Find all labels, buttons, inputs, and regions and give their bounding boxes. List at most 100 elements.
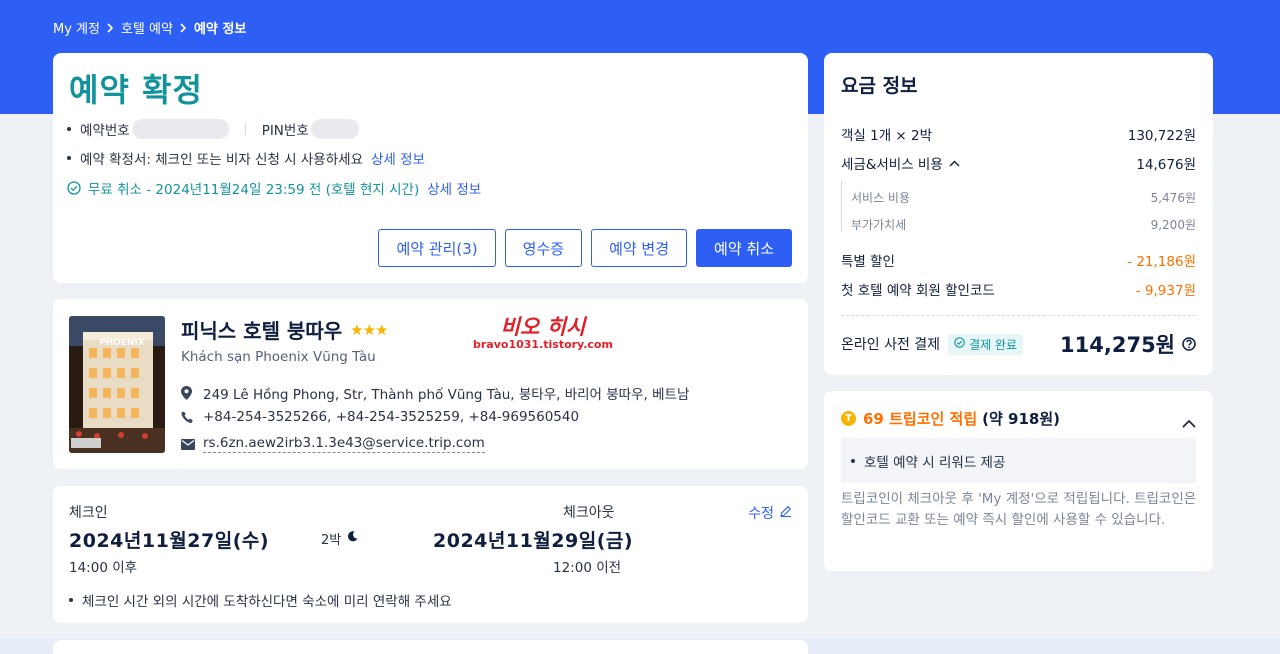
email-row: rs.6zn.aew2irb3.1.3e43@service.trip.com xyxy=(181,435,485,453)
service-fee-label: 서비스 비용 xyxy=(851,191,911,205)
checkout-time: 12:00 이전 xyxy=(553,560,622,576)
chevron-up-icon[interactable] xyxy=(1182,413,1196,432)
price-title: 요금 정보 xyxy=(841,75,918,97)
bullet xyxy=(851,458,855,463)
location-pin-icon xyxy=(181,386,203,400)
booking-status-card: 예약 확정 예약번호 PIN번호 예약 확정서: 체크인 또는 비자 신청 시 … xyxy=(53,53,808,283)
special-discount-value: - 21,186원 xyxy=(1127,254,1196,270)
hotel-card: PHOENIX 피닉스 호텔 붕따우 ★★★ Khách sạn Phoenix… xyxy=(53,299,808,469)
hotel-email[interactable]: rs.6zn.aew2irb3.1.3e43@service.trip.com xyxy=(203,435,485,453)
checkin-time: 14:00 이후 xyxy=(69,560,138,576)
booking-number-label: 예약번호 xyxy=(80,123,130,139)
watermark-title: 비오 히시 xyxy=(500,315,586,339)
coin-won-value: (약 918원) xyxy=(982,410,1060,428)
service-fee-value: 5,476원 xyxy=(1150,191,1196,205)
free-cancel-line: 무료 취소 - 2024년11월24일 23:59 전 (호텔 현지 시간) 상… xyxy=(67,178,481,198)
chevron-up-icon[interactable] xyxy=(949,155,960,171)
breadcrumb-my-account[interactable]: My 계정 xyxy=(53,18,100,37)
bullet xyxy=(67,127,71,131)
tax-row[interactable]: 세금&서비스 비용 14,676원 xyxy=(841,153,1196,173)
total-row: 온라인 사전 결제 결제 완료 114,275원 xyxy=(841,329,1196,359)
pin-redacted xyxy=(310,119,359,139)
vat-label: 부가가치세 xyxy=(851,218,907,232)
action-buttons: 예약 관리(3) 영수증 예약 변경 예약 취소 xyxy=(378,229,792,267)
paid-badge-text: 결제 완료 xyxy=(969,337,1018,352)
hotel-photo-sign: PHOENIX xyxy=(99,338,145,348)
hotel-phone: +84-254-3525266, +84-254-3525259, +84-96… xyxy=(203,409,580,425)
trip-coins-card: T 69 트립코인 적립 (약 918원) 호텔 예약 시 리워드 제공 트립코… xyxy=(824,391,1213,571)
price-info-card: 요금 정보 객실 1개 × 2박 130,722원 세금&서비스 비용 14,6… xyxy=(824,53,1213,375)
phone-icon xyxy=(181,411,203,424)
manage-booking-button[interactable]: 예약 관리(3) xyxy=(378,229,496,267)
nights-label: 2박 xyxy=(321,533,342,548)
hotel-name-row: 피닉스 호텔 붕따우 ★★★ xyxy=(181,315,388,344)
breadcrumb: My 계정 호텔 예약 예약 정보 xyxy=(53,18,246,37)
confirmation-details-link[interactable]: 상세 정보 xyxy=(371,148,425,168)
page-title: 예약 확정 xyxy=(69,71,203,109)
first-booking-discount-row: 첫 호텔 예약 회원 할인코드 - 9,937원 xyxy=(841,279,1196,299)
edit-label: 수정 xyxy=(748,506,774,522)
receipt-button[interactable]: 영수증 xyxy=(504,229,583,267)
edit-dates-link[interactable]: 수정 xyxy=(748,503,792,523)
confirmation-text: 예약 확정서: 체크인 또는 비자 신청 시 사용하세요 xyxy=(80,152,363,168)
coin-reward-text: 호텔 예약 시 리워드 제공 xyxy=(864,454,1006,471)
vat-value: 9,200원 xyxy=(1150,218,1196,232)
divider xyxy=(244,123,246,135)
total-label: 온라인 사전 결제 xyxy=(841,337,941,353)
modify-booking-button[interactable]: 예약 변경 xyxy=(591,229,688,267)
first-booking-discount-value: - 9,937원 xyxy=(1135,283,1196,299)
tax-breakdown: 서비스 비용 5,476원 부가가치세 9,200원 xyxy=(841,181,1196,233)
coin-header: T 69 트립코인 적립 (약 918원) xyxy=(841,408,1060,429)
hotel-name[interactable]: 피닉스 호텔 붕따우 xyxy=(181,315,342,344)
moon-icon xyxy=(347,531,358,546)
coin-amount: 69 트립코인 적립 xyxy=(863,410,978,428)
bullet xyxy=(69,598,73,602)
nights-count: 2박 xyxy=(321,529,358,548)
phone-row: +84-254-3525266, +84-254-3525259, +84-96… xyxy=(181,409,579,425)
blog-watermark: 비오 히시 bravo1031.tistory.com xyxy=(473,315,613,352)
service-fee-row: 서비스 비용 5,476원 xyxy=(851,189,1196,206)
first-booking-discount-label: 첫 호텔 예약 회원 할인코드 xyxy=(841,283,995,299)
free-cancel-details-link[interactable]: 상세 정보 xyxy=(427,178,481,198)
tax-label: 세금&서비스 비용 xyxy=(841,157,943,173)
star-rating: ★★★ xyxy=(350,320,388,339)
bullet xyxy=(67,156,71,160)
help-icon[interactable] xyxy=(1182,332,1196,356)
checkin-note: 체크인 시간 외의 시간에 도착하신다면 숙소에 미리 연락해 주세요 xyxy=(69,590,452,610)
checkin-label: 체크인 xyxy=(69,505,108,521)
room-price-value: 130,722원 xyxy=(1127,128,1196,144)
divider xyxy=(841,315,1196,316)
breadcrumb-hotel-booking[interactable]: 호텔 예약 xyxy=(121,18,173,37)
pencil-icon xyxy=(780,505,792,521)
confirmation-line: 예약 확정서: 체크인 또는 비자 신청 시 사용하세요 상세 정보 xyxy=(67,148,425,168)
watermark-url: bravo1031.tistory.com xyxy=(473,338,613,351)
checkout-date: 2024년11월29일(금) xyxy=(433,530,634,552)
checkin-note-text: 체크인 시간 외의 시간에 도착하신다면 숙소에 미리 연락해 주세요 xyxy=(82,594,452,610)
next-section-card xyxy=(53,640,808,654)
room-price-row: 객실 1개 × 2박 130,722원 xyxy=(841,124,1196,144)
booking-number-line: 예약번호 PIN번호 xyxy=(67,119,359,139)
address-row: 249 Lê Hồng Phong, Str, Thành phố Vũng T… xyxy=(181,383,689,403)
cancel-booking-button[interactable]: 예약 취소 xyxy=(696,229,792,267)
checkin-date: 2024년11월27일(수) xyxy=(69,530,270,552)
hotel-local-name: Khách sạn Phoenix Vũng Tàu xyxy=(181,349,376,365)
vat-row: 부가가치세 9,200원 xyxy=(851,216,1196,233)
coin-reward-box: 호텔 예약 시 리워드 제공 xyxy=(841,438,1196,483)
chevron-right-icon xyxy=(107,22,114,33)
checkin-card: 체크인 2024년11월27일(수) 14:00 이후 2박 체크아웃 2024… xyxy=(53,486,808,623)
check-circle-icon xyxy=(67,181,81,195)
special-discount-row: 특별 할인 - 21,186원 xyxy=(841,250,1196,270)
special-discount-label: 특별 할인 xyxy=(841,254,895,270)
hotel-address: 249 Lê Hồng Phong, Str, Thành phố Vũng T… xyxy=(203,387,690,403)
coin-note: 트립코인이 체크아웃 후 'My 계정'으로 적립됩니다. 트립코인은 할인코드… xyxy=(841,491,1197,528)
hotel-photo[interactable]: PHOENIX xyxy=(69,316,165,453)
pin-label: PIN번호 xyxy=(261,123,309,139)
room-price-label: 객실 1개 × 2박 xyxy=(841,128,933,144)
mail-icon xyxy=(181,438,203,450)
free-cancel-text: 무료 취소 - 2024년11월24일 23:59 전 (호텔 현지 시간) xyxy=(88,182,420,198)
booking-number-redacted xyxy=(131,119,229,139)
checkout-label: 체크아웃 xyxy=(563,505,615,521)
chevron-right-icon xyxy=(180,22,187,33)
total-value: 114,275원 xyxy=(1060,333,1175,357)
check-circle-icon xyxy=(954,337,965,351)
